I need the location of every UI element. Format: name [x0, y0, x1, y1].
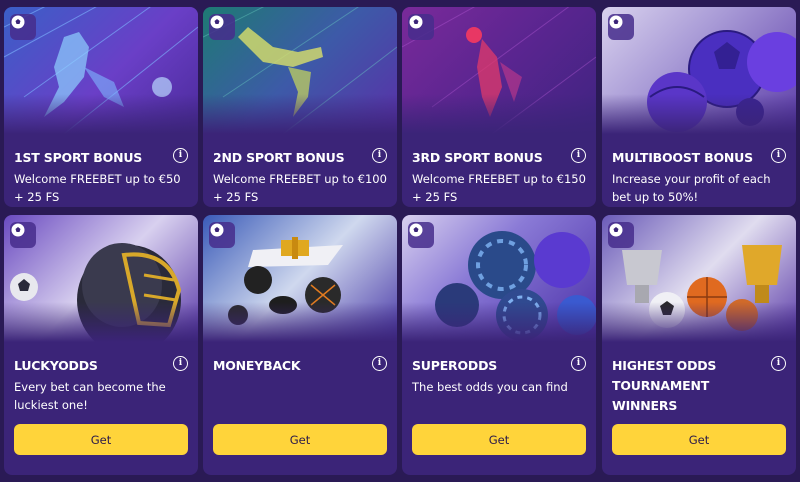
bonus-art-sport-balls: [602, 7, 796, 134]
info-icon[interactable]: i: [173, 356, 188, 371]
badge-soccer-ball-icon: [608, 14, 634, 40]
bonus-art-goalkeeper: [203, 7, 397, 134]
bonus-card-1st-sport[interactable]: 1ST SPORT BONUS Welcome FREEBET up to €5…: [4, 7, 198, 207]
get-button[interactable]: Get: [612, 424, 786, 455]
bonus-art-basketball-player: [402, 7, 596, 134]
info-icon[interactable]: i: [571, 356, 586, 371]
bonus-card-multiboost[interactable]: MULTIBOOST BONUS Increase your profit of…: [602, 7, 796, 207]
card-description: Welcome FREEBET up to €50 + 25 FS: [14, 172, 181, 204]
badge-soccer-ball-icon: [408, 14, 434, 40]
bonus-card-luckyodds[interactable]: LUCKYODDS Every bet can become the lucki…: [4, 215, 198, 475]
bonus-grid: 1ST SPORT BONUS Welcome FREEBET up to €5…: [0, 0, 800, 482]
card-description: Increase your profit of each bet up to 5…: [612, 172, 771, 204]
info-icon[interactable]: i: [173, 148, 188, 163]
badge-soccer-ball-icon: [608, 222, 634, 248]
bonus-card-superodds[interactable]: SUPERODDS The best odds you can find i G…: [402, 215, 596, 475]
info-icon[interactable]: i: [372, 148, 387, 163]
card-title: SUPERODDS: [412, 358, 498, 373]
card-title: 2ND SPORT BONUS: [213, 150, 345, 165]
badge-soccer-ball-icon: [209, 222, 235, 248]
badge-soccer-ball-icon: [408, 222, 434, 248]
card-title: MULTIBOOST BONUS: [612, 150, 753, 165]
info-icon[interactable]: i: [771, 148, 786, 163]
get-button[interactable]: Get: [14, 424, 188, 455]
badge-soccer-ball-icon: [10, 14, 36, 40]
bonus-card-highest-odds[interactable]: HIGHEST ODDS TOURNAMENT WINNERS i Get: [602, 215, 796, 475]
bonus-art-gift-balls: [203, 215, 397, 342]
card-title: 3RD SPORT BONUS: [412, 150, 543, 165]
info-icon[interactable]: i: [372, 356, 387, 371]
bonus-card-moneyback[interactable]: MONEYBACK i Get: [203, 215, 397, 475]
bonus-card-2nd-sport[interactable]: 2ND SPORT BONUS Welcome FREEBET up to €1…: [203, 7, 397, 207]
card-title: 1ST SPORT BONUS: [14, 150, 143, 165]
badge-soccer-ball-icon: [209, 14, 235, 40]
card-description: Welcome FREEBET up to €100 + 25 FS: [213, 172, 387, 204]
badge-soccer-ball-icon: [10, 222, 36, 248]
bonus-art-football-helmet: [4, 215, 198, 342]
card-title: HIGHEST ODDS TOURNAMENT WINNERS: [612, 358, 717, 413]
card-title: LUCKYODDS: [14, 358, 98, 373]
card-description: Welcome FREEBET up to €150 + 25 FS: [412, 172, 586, 204]
card-description: The best odds you can find: [412, 380, 568, 394]
get-button[interactable]: Get: [213, 424, 387, 455]
bonus-art-footballer: [4, 7, 198, 134]
bonus-card-3rd-sport[interactable]: 3RD SPORT BONUS Welcome FREEBET up to €1…: [402, 7, 596, 207]
info-icon[interactable]: i: [571, 148, 586, 163]
card-description: Every bet can become the luckiest one!: [14, 380, 166, 412]
bonus-art-chips-balls: [402, 215, 596, 342]
get-button[interactable]: Get: [412, 424, 586, 455]
info-icon[interactable]: i: [771, 356, 786, 371]
card-title: MONEYBACK: [213, 358, 301, 373]
bonus-art-trophies-balls: [602, 215, 796, 342]
